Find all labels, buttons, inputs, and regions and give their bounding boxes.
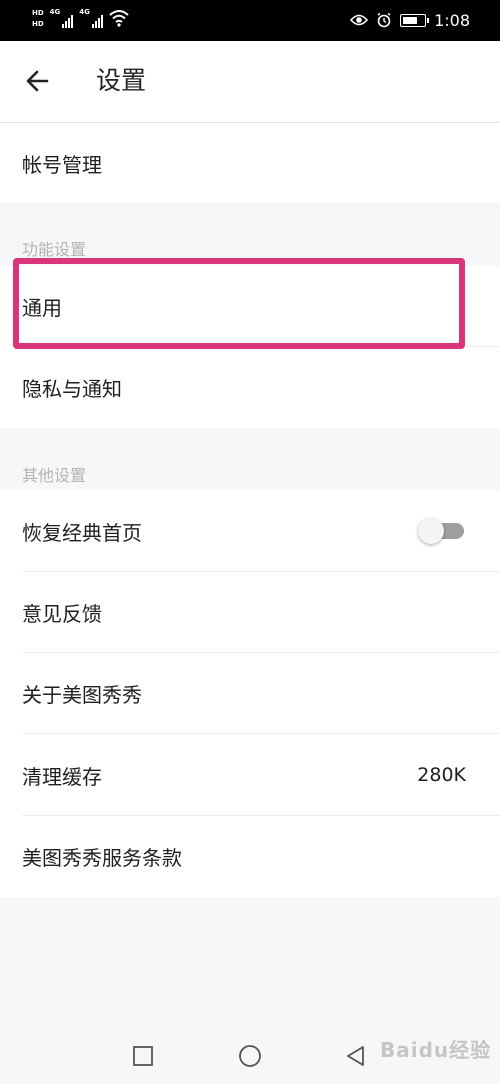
general-label: 通用 [22,296,62,320]
feedback-label: 意见反馈 [22,602,102,626]
about-item[interactable]: 关于美图秀秀 [0,653,500,734]
about-label: 关于美图秀秀 [22,683,142,707]
signal-1-label: 4G [49,8,61,16]
status-bar: HD HD 4G 4G 1:08 [0,0,500,41]
hd-indicator: HD HD [32,8,44,30]
clear-cache-label: 清理缓存 [22,764,102,789]
page-title: 设置 [96,66,147,95]
other-settings-header: 其他设置 [22,466,87,485]
app-bar: 设置 [0,41,500,123]
privacy-notification-label: 隐私与通知 [22,377,122,401]
wifi-icon [109,10,129,27]
restore-classic-home-toggle[interactable] [418,518,464,544]
status-left: HD HD 4G 4G [32,8,129,30]
clear-cache-item[interactable]: 清理缓存 280K [0,734,500,816]
watermark: Baidu经验 [380,1038,492,1062]
signal-2-icon: 4G [79,8,103,28]
signal-2-label: 4G [79,8,90,16]
function-settings-header: 功能设置 [22,240,87,259]
back-triangle-icon[interactable] [344,1044,368,1068]
restore-classic-home-label: 恢复经典首页 [22,520,142,545]
account-management-label: 帐号管理 [22,152,102,177]
back-arrow-icon[interactable] [22,63,56,99]
eye-icon [350,14,369,26]
alarm-icon [377,12,391,28]
status-time: 1:08 [434,10,470,30]
home-icon[interactable] [238,1044,262,1068]
hd-label-2: HD [32,20,44,28]
cache-size-value: 280K [417,764,466,786]
terms-of-service-item[interactable]: 美图秀秀服务条款 [0,816,500,897]
privacy-notification-item[interactable]: 隐私与通知 [0,347,500,428]
status-right: 1:08 [350,10,470,30]
signal-1-icon: 4G [50,8,74,28]
account-management-item[interactable]: 帐号管理 [0,123,500,203]
battery-icon [400,13,430,27]
general-item[interactable]: 通用 [0,266,500,347]
hd-label-1: HD [32,9,44,17]
toggle-knob [418,518,444,544]
recent-apps-icon[interactable] [131,1044,155,1068]
restore-classic-home-item[interactable]: 恢复经典首页 [0,490,500,572]
feedback-item[interactable]: 意见反馈 [0,572,500,653]
terms-of-service-label: 美图秀秀服务条款 [22,846,182,870]
